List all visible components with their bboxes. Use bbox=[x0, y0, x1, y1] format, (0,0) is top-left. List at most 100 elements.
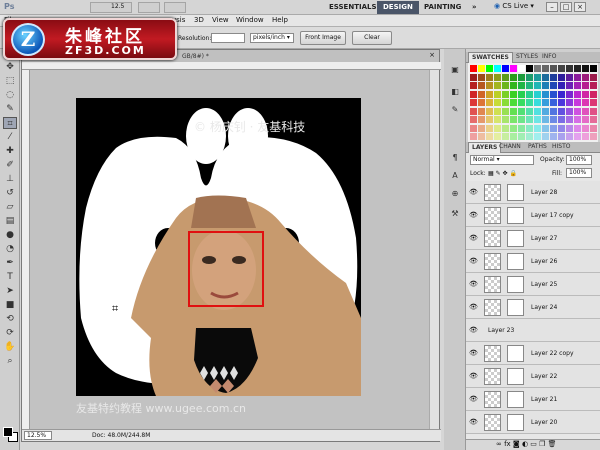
resolution-input[interactable] bbox=[211, 33, 245, 43]
swatch-cell[interactable] bbox=[582, 90, 589, 98]
layer-row[interactable]: 👁 Layer 25 bbox=[466, 273, 600, 296]
adjustments-panel-icon[interactable]: ◧ bbox=[449, 87, 461, 99]
swatch-cell[interactable] bbox=[574, 116, 581, 123]
layer-row[interactable]: 👁 Layer 21 bbox=[466, 388, 600, 411]
swatch-cell[interactable] bbox=[534, 73, 541, 81]
swatch-cell[interactable] bbox=[510, 116, 517, 123]
gradient-tool-icon[interactable]: ▤ bbox=[3, 215, 17, 227]
swatch-cell[interactable] bbox=[502, 116, 509, 123]
swatch-cell[interactable] bbox=[582, 73, 589, 81]
swatch-cell[interactable] bbox=[542, 133, 549, 140]
swatch-cell[interactable] bbox=[526, 133, 533, 140]
more-workspaces-button[interactable]: » bbox=[466, 1, 483, 14]
swatch-cell[interactable] bbox=[510, 99, 517, 106]
swatch-cell[interactable] bbox=[590, 133, 597, 140]
crop-tool-icon[interactable]: ⌗ bbox=[3, 117, 17, 129]
swatch-cell[interactable] bbox=[590, 82, 597, 89]
swatch-cell[interactable] bbox=[502, 124, 509, 132]
swatch-cell[interactable] bbox=[518, 107, 525, 115]
clear-button[interactable]: Clear bbox=[352, 31, 392, 45]
swatch-cell[interactable] bbox=[542, 116, 549, 123]
blend-mode-select[interactable]: Normal ▾ bbox=[470, 155, 534, 165]
swatch-cell[interactable] bbox=[558, 65, 565, 72]
layer-row[interactable]: 👁 Layer 24 bbox=[466, 296, 600, 319]
swatch-cell[interactable] bbox=[558, 107, 565, 115]
swatch-cell[interactable] bbox=[582, 107, 589, 115]
swatch-cell[interactable] bbox=[502, 133, 509, 140]
swatch-cell[interactable] bbox=[534, 82, 541, 89]
swatch-cell[interactable] bbox=[478, 124, 485, 132]
layer-mask-thumbnail[interactable] bbox=[507, 207, 524, 224]
zoom-tool-icon[interactable]: ⌕ bbox=[3, 355, 17, 367]
swatch-cell[interactable] bbox=[582, 65, 589, 72]
swatch-cell[interactable] bbox=[590, 99, 597, 106]
swatch-cell[interactable] bbox=[510, 107, 517, 115]
layer-mask-thumbnail[interactable] bbox=[507, 276, 524, 293]
shape-tool-icon[interactable]: ■ bbox=[3, 299, 17, 311]
clone-source-panel-icon[interactable]: ⊕ bbox=[449, 189, 461, 201]
swatch-cell[interactable] bbox=[566, 73, 573, 81]
visibility-eye-icon[interactable]: 👁 bbox=[469, 372, 478, 380]
swatch-cell[interactable] bbox=[558, 82, 565, 89]
swatch-cell[interactable] bbox=[502, 65, 509, 72]
fill-input[interactable]: 100% bbox=[566, 168, 592, 178]
minimize-icon[interactable]: – bbox=[546, 2, 558, 12]
swatch-cell[interactable] bbox=[518, 124, 525, 132]
3d-panel-icon[interactable]: ▣ bbox=[449, 65, 461, 77]
swatch-cell[interactable] bbox=[494, 90, 501, 98]
type-tool-icon[interactable]: T bbox=[3, 271, 17, 283]
swatch-cell[interactable] bbox=[526, 90, 533, 98]
visibility-eye-icon[interactable]: 👁 bbox=[469, 326, 478, 334]
swatch-cell[interactable] bbox=[494, 124, 501, 132]
visibility-eye-icon[interactable]: 👁 bbox=[469, 188, 478, 196]
swatch-cell[interactable] bbox=[518, 90, 525, 98]
layer-mask-thumbnail[interactable] bbox=[507, 230, 524, 247]
layer-mask-thumbnail[interactable] bbox=[507, 345, 524, 362]
layer-row[interactable]: 👁 Layer 23 bbox=[466, 319, 600, 342]
layer-row[interactable]: 👁 Layer 22 bbox=[466, 365, 600, 388]
swatch-cell[interactable] bbox=[502, 99, 509, 106]
swatch-cell[interactable] bbox=[526, 116, 533, 123]
swatch-cell[interactable] bbox=[574, 133, 581, 140]
swatch-cell[interactable] bbox=[574, 82, 581, 89]
swatch-cell[interactable] bbox=[566, 82, 573, 89]
brush-tool-icon[interactable]: ✐ bbox=[3, 159, 17, 171]
swatch-cell[interactable] bbox=[566, 99, 573, 106]
dodge-tool-icon[interactable]: ◔ bbox=[3, 243, 17, 255]
swatch-cell[interactable] bbox=[470, 133, 477, 140]
visibility-eye-icon[interactable]: 👁 bbox=[469, 349, 478, 357]
swatch-cell[interactable] bbox=[486, 133, 493, 140]
visibility-eye-icon[interactable]: 👁 bbox=[469, 418, 478, 426]
swatch-cell[interactable] bbox=[574, 124, 581, 132]
swatch-cell[interactable] bbox=[550, 133, 557, 140]
swatch-cell[interactable] bbox=[510, 124, 517, 132]
zoom-level-field[interactable]: 12.5 bbox=[90, 2, 132, 13]
swatch-cell[interactable] bbox=[502, 73, 509, 81]
swatch-cell[interactable] bbox=[510, 133, 517, 140]
swatch-cell[interactable] bbox=[470, 99, 477, 106]
visibility-eye-icon[interactable]: 👁 bbox=[469, 257, 478, 265]
swatch-cell[interactable] bbox=[526, 124, 533, 132]
swatch-cell[interactable] bbox=[470, 124, 477, 132]
pen-tool-icon[interactable]: ✒ bbox=[3, 257, 17, 269]
link-layers-icon[interactable]: ∞ bbox=[496, 440, 502, 448]
lock-icons[interactable]: ▦ ✎ ✥ 🔒 bbox=[488, 170, 517, 177]
swatch-cell[interactable] bbox=[534, 124, 541, 132]
swatch-cell[interactable] bbox=[486, 107, 493, 115]
swatch-cell[interactable] bbox=[534, 116, 541, 123]
swatch-cell[interactable] bbox=[470, 82, 477, 89]
swatch-cell[interactable] bbox=[550, 124, 557, 132]
swatch-cell[interactable] bbox=[566, 65, 573, 72]
swatch-cell[interactable] bbox=[526, 107, 533, 115]
swatch-cell[interactable] bbox=[590, 107, 597, 115]
menu-view[interactable]: View bbox=[212, 16, 229, 24]
swatch-cell[interactable] bbox=[550, 73, 557, 81]
swatch-cell[interactable] bbox=[574, 107, 581, 115]
swatch-cell[interactable] bbox=[574, 65, 581, 72]
stamp-tool-icon[interactable]: ⊥ bbox=[3, 173, 17, 185]
swatch-cell[interactable] bbox=[502, 82, 509, 89]
layer-mask-icon[interactable]: ◙ bbox=[513, 440, 520, 448]
swatch-cell[interactable] bbox=[550, 82, 557, 89]
swatch-cell[interactable] bbox=[582, 133, 589, 140]
swatch-cell[interactable] bbox=[550, 90, 557, 98]
